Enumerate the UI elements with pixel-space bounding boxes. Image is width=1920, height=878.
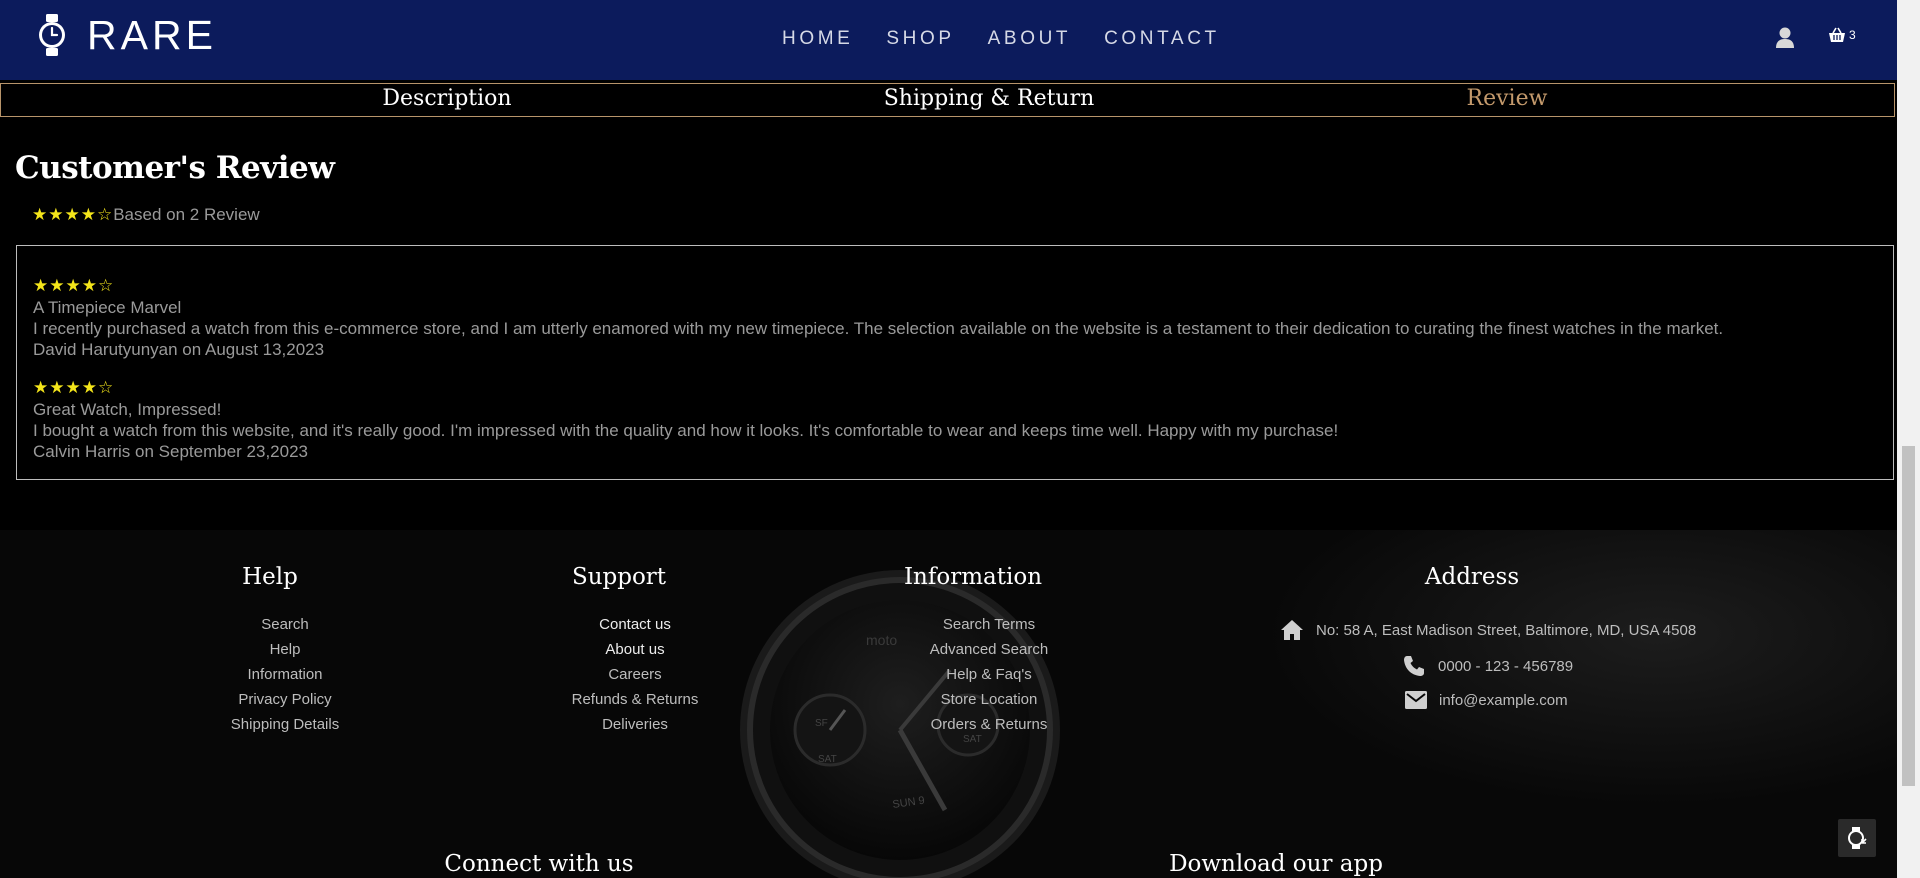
review-rating-stars: ★★★★☆ [33, 276, 115, 295]
review-item: ★★★★☆ Great Watch, Impressed! I bought a… [33, 377, 1338, 462]
mail-icon [1405, 691, 1427, 709]
product-tabs: Description Shipping & Return Review [0, 83, 1895, 117]
watch-arrow-icon [1848, 827, 1867, 849]
page: RARE HOME SHOP ABOUT CONTACT 3 Descripti… [0, 0, 1897, 878]
floating-watch-button[interactable] [1838, 819, 1876, 857]
footer-address-heading: Address [1424, 564, 1520, 590]
review-byline: Calvin Harris on September 23,2023 [33, 442, 308, 461]
svg-text:SAT: SAT [963, 734, 982, 745]
footer-link-search-terms[interactable]: Search Terms [943, 616, 1035, 633]
footer-link-help-faqs[interactable]: Help & Faq's [946, 666, 1031, 683]
scrollbar-thumb[interactable] [1902, 446, 1915, 786]
review-body: I bought a watch from this website, and … [33, 421, 1339, 440]
review-rating-stars: ★★★★☆ [33, 378, 115, 397]
address-email[interactable]: info@example.com [1439, 692, 1568, 709]
footer-link-careers[interactable]: Careers [608, 666, 661, 683]
svg-text:SF: SF [815, 718, 828, 729]
watch-icon[interactable] [36, 14, 68, 56]
svg-text:moto: moto [866, 632, 897, 648]
cart-count: 3 [1849, 28, 1856, 42]
address-phone-row: 0000 - 123 - 456789 [1402, 654, 1573, 678]
review-byline: David Harutyunyan on August 13,2023 [33, 340, 325, 359]
site-footer: moto SUN 9 SF SAT SAT Help Search Help I… [0, 530, 1897, 878]
tab-shipping-return[interactable]: Shipping & Return [884, 86, 1095, 111]
footer-link-shipping-details[interactable]: Shipping Details [231, 716, 339, 733]
review-count-text: Based on 2 Review [113, 205, 260, 224]
footer-link-about-us[interactable]: About us [605, 641, 664, 658]
average-rating-stars: ★★★★☆ [32, 205, 114, 224]
tab-review[interactable]: Review [1467, 86, 1548, 111]
footer-link-information[interactable]: Information [247, 666, 322, 683]
nav-about[interactable]: ABOUT [988, 28, 1071, 50]
footer-link-deliveries[interactable]: Deliveries [602, 716, 668, 733]
footer-link-refunds-returns[interactable]: Refunds & Returns [572, 691, 699, 708]
connect-heading: Connect with us [444, 851, 634, 877]
address-street: No: 58 A, East Madison Street, Baltimore… [1316, 621, 1697, 639]
svg-text:SAT: SAT [818, 754, 837, 765]
review-title: A Timepiece Marvel [33, 298, 182, 317]
cart-button[interactable]: 3 [1828, 27, 1856, 43]
review-item: ★★★★☆ A Timepiece Marvel I recently purc… [33, 275, 1723, 360]
rating-summary: ★★★★☆ Based on 2 Review [32, 205, 260, 225]
footer-support-heading: Support [571, 564, 667, 590]
address-street-row: No: 58 A, East Madison Street, Baltimore… [1280, 619, 1696, 641]
footer-link-orders-returns[interactable]: Orders & Returns [931, 716, 1048, 733]
footer-link-contact-us[interactable]: Contact us [599, 616, 671, 633]
address-phone[interactable]: 0000 - 123 - 456789 [1438, 658, 1573, 675]
footer-help-heading: Help [242, 564, 298, 590]
nav-home[interactable]: HOME [782, 28, 853, 50]
home-icon [1281, 620, 1303, 640]
top-navbar: RARE HOME SHOP ABOUT CONTACT 3 [0, 0, 1897, 80]
page-scrollbar[interactable] [1897, 0, 1920, 878]
footer-information-heading: Information [903, 564, 1043, 590]
address-email-row: info@example.com [1405, 691, 1568, 709]
footer-link-advanced-search[interactable]: Advanced Search [930, 641, 1048, 658]
user-icon[interactable] [1775, 27, 1795, 49]
basket-icon [1829, 27, 1845, 42]
download-app-heading: Download our app [1169, 851, 1383, 877]
nav-contact[interactable]: CONTACT [1104, 28, 1220, 50]
footer-link-help[interactable]: Help [270, 641, 301, 658]
footer-link-store-location[interactable]: Store Location [941, 691, 1038, 708]
tab-description[interactable]: Description [382, 86, 511, 111]
reviews-heading: Customer's Review [15, 150, 335, 186]
review-list: ★★★★☆ A Timepiece Marvel I recently purc… [16, 245, 1894, 480]
footer-link-search[interactable]: Search [261, 616, 309, 633]
nav-shop[interactable]: SHOP [886, 28, 954, 50]
brand-name[interactable]: RARE [87, 15, 217, 56]
phone-icon [1404, 656, 1424, 676]
footer-link-privacy-policy[interactable]: Privacy Policy [238, 691, 331, 708]
review-body: I recently purchased a watch from this e… [33, 319, 1724, 338]
main-nav: HOME SHOP ABOUT CONTACT [782, 28, 1253, 50]
review-title: Great Watch, Impressed! [33, 400, 222, 419]
